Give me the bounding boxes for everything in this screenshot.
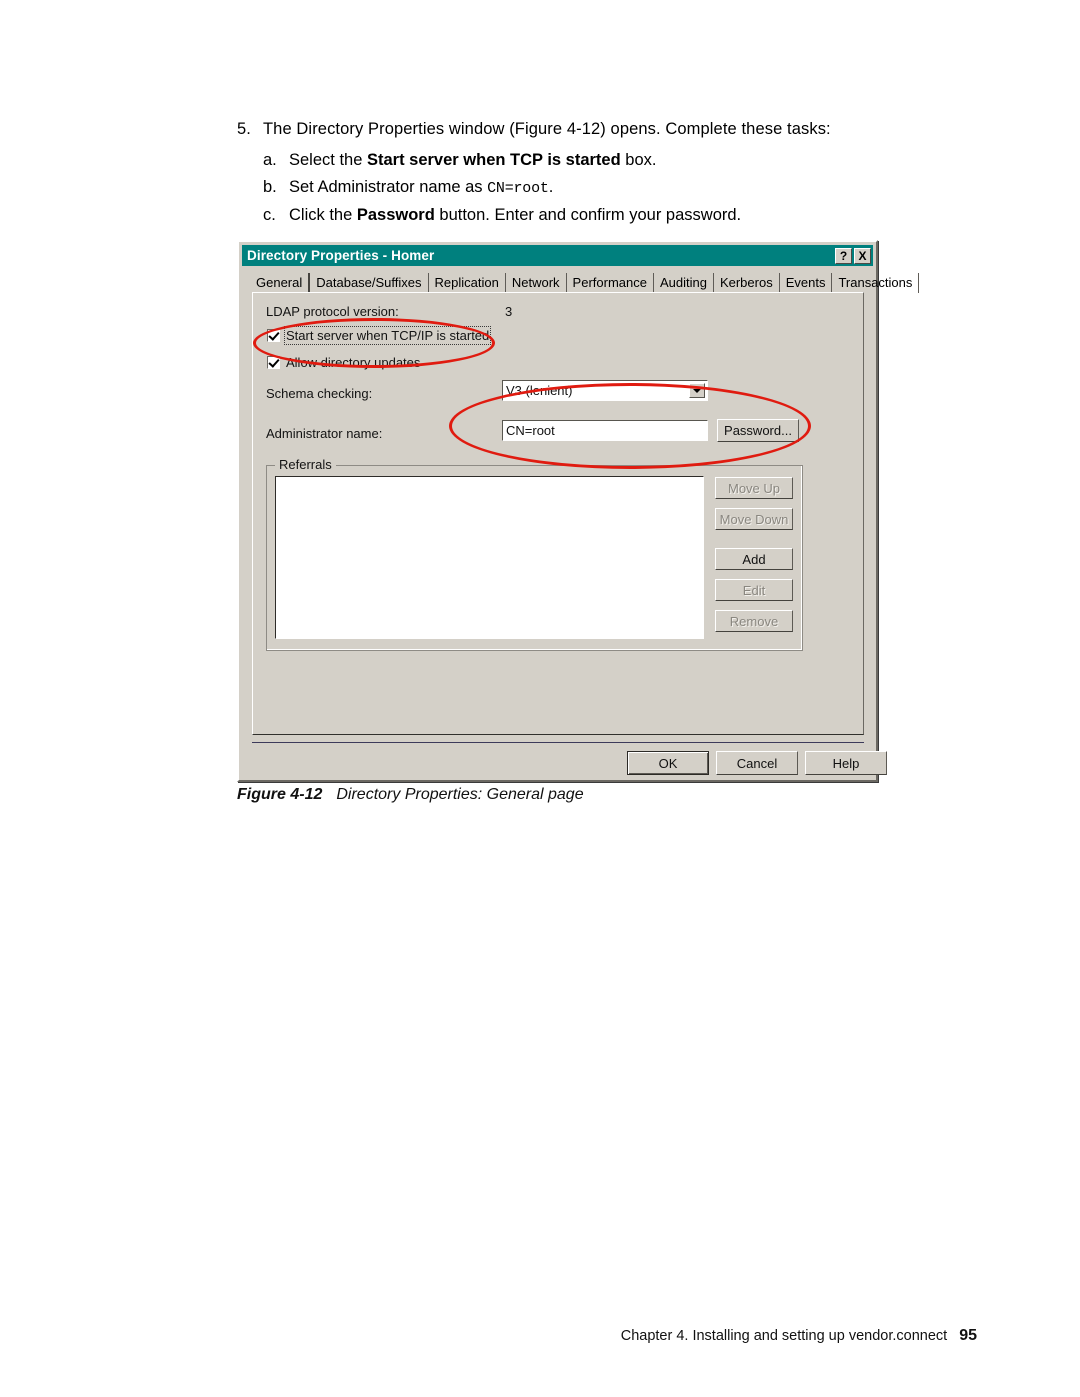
- tab-events[interactable]: Events: [780, 273, 833, 293]
- allow-directory-updates-checkbox[interactable]: [267, 356, 280, 369]
- edit-label: Edit: [742, 582, 766, 598]
- step-item: 5. The Directory Properties window (Figu…: [237, 116, 897, 142]
- administrator-name-input[interactable]: CN=root: [502, 420, 708, 441]
- tab-network[interactable]: Network: [506, 273, 567, 293]
- add-button[interactable]: Add: [715, 548, 793, 570]
- directory-properties-dialog: Directory Properties - Homer ? X General…: [237, 240, 920, 782]
- tab-kerberos[interactable]: Kerberos: [714, 273, 780, 293]
- add-label: Add: [742, 551, 766, 567]
- ok-label: OK: [658, 755, 678, 771]
- substep-a-pre: Select the: [289, 151, 367, 169]
- schema-checking-select[interactable]: V3 (lenient): [502, 380, 708, 401]
- substep-c-bold: Password: [356, 206, 435, 224]
- substep-number-c: c.: [263, 206, 276, 224]
- substep-number-a: a.: [263, 151, 277, 169]
- referrals-group-label: Referrals: [275, 457, 336, 472]
- substep-item-b: b. Set Administrator name as CN=root.: [263, 174, 897, 203]
- help-icon[interactable]: ?: [835, 247, 852, 264]
- remove-label: Remove: [729, 613, 779, 629]
- schema-checking-label: Schema checking:: [266, 386, 373, 401]
- cancel-label: Cancel: [736, 755, 778, 771]
- substep-text-a: Select the Start server when TCP is star…: [289, 147, 897, 174]
- move-down-label: Move Down: [719, 511, 789, 527]
- administrator-name-value: CN=root: [506, 423, 555, 438]
- document-page: 5. The Directory Properties window (Figu…: [0, 0, 1080, 1397]
- referrals-groupbox: Referrals Move Up Move Down Add Edit Rem…: [265, 457, 803, 651]
- allow-directory-updates-checkbox-row[interactable]: Allow directory updates: [267, 355, 420, 370]
- tab-database-suffixes[interactable]: Database/Suffixes: [310, 273, 429, 293]
- figure-number: Figure 4-12: [237, 786, 323, 803]
- substep-item-a: a. Select the Start server when TCP is s…: [263, 147, 897, 174]
- remove-button[interactable]: Remove: [715, 610, 793, 632]
- tab-replication[interactable]: Replication: [429, 273, 506, 293]
- instruction-block: 5. The Directory Properties window (Figu…: [237, 116, 897, 229]
- tab-general[interactable]: General: [252, 273, 311, 293]
- help-label: Help: [832, 755, 860, 771]
- dialog-title: Directory Properties - Homer: [247, 248, 435, 263]
- general-tab-panel: LDAP protocol version: 3 Start server wh…: [252, 292, 864, 735]
- move-up-button[interactable]: Move Up: [715, 477, 793, 499]
- ldap-protocol-version-value: 3: [505, 304, 513, 319]
- step-number: 5.: [237, 120, 251, 138]
- administrator-name-label: Administrator name:: [266, 426, 383, 441]
- figure-caption-text: Directory Properties: General page: [336, 786, 584, 803]
- substep-item-c: c. Click the Password button. Enter and …: [263, 202, 897, 229]
- substep-number-b: b.: [263, 177, 277, 196]
- password-button[interactable]: Password...: [717, 419, 799, 442]
- ldap-protocol-version-label: LDAP protocol version:: [266, 304, 399, 319]
- footer-divider: [252, 742, 864, 743]
- start-server-checkbox-row[interactable]: Start server when TCP/IP is started: [267, 326, 492, 345]
- figure-caption: Figure 4-12 Directory Properties: General…: [237, 786, 584, 804]
- substep-b-post: .: [548, 177, 554, 196]
- chevron-down-icon[interactable]: [689, 383, 705, 398]
- referrals-listbox[interactable]: [275, 476, 704, 639]
- page-number: 95: [959, 1327, 977, 1344]
- help-button[interactable]: Help: [805, 751, 887, 775]
- substep-b-pre: Set Administrator name as: [289, 177, 488, 196]
- tab-strip: General Database/Suffixes Replication Ne…: [252, 272, 920, 293]
- start-server-label: Start server when TCP/IP is started: [283, 326, 492, 345]
- tab-transactions[interactable]: Transactions: [832, 273, 920, 293]
- tab-performance[interactable]: Performance: [567, 273, 654, 293]
- cancel-button[interactable]: Cancel: [716, 751, 798, 775]
- substep-text-b: Set Administrator name as CN=root.: [289, 174, 897, 203]
- step-text: The Directory Properties window (Figure …: [263, 120, 831, 138]
- substep-a-bold: Start server when TCP is started: [366, 151, 621, 169]
- figure-screenshot: Directory Properties - Homer ? X General…: [237, 240, 920, 782]
- dialog-titlebar[interactable]: Directory Properties - Homer ? X: [242, 245, 873, 266]
- tab-auditing[interactable]: Auditing: [654, 273, 714, 293]
- titlebar-buttons: ? X: [835, 247, 871, 264]
- substep-a-post: box.: [620, 151, 657, 169]
- close-icon[interactable]: X: [854, 247, 871, 264]
- move-down-button[interactable]: Move Down: [715, 508, 793, 530]
- schema-checking-value: V3 (lenient): [506, 383, 573, 398]
- allow-directory-updates-label: Allow directory updates: [286, 355, 421, 370]
- substep-c-post: button. Enter and confirm your password.: [434, 206, 742, 224]
- start-server-checkbox[interactable]: [267, 329, 280, 342]
- ok-button[interactable]: OK: [627, 751, 709, 775]
- edit-button[interactable]: Edit: [715, 579, 793, 601]
- page-footer-text: Chapter 4. Installing and setting up ven…: [620, 1328, 948, 1344]
- page-footer: Chapter 4. Installing and setting up ven…: [621, 1327, 977, 1345]
- substep-b-code: CN=root: [487, 179, 549, 197]
- substep-list: a. Select the Start server when TCP is s…: [237, 147, 897, 229]
- substep-text-c: Click the Password button. Enter and con…: [289, 202, 897, 229]
- move-up-label: Move Up: [727, 480, 781, 496]
- substep-c-pre: Click the: [289, 206, 357, 224]
